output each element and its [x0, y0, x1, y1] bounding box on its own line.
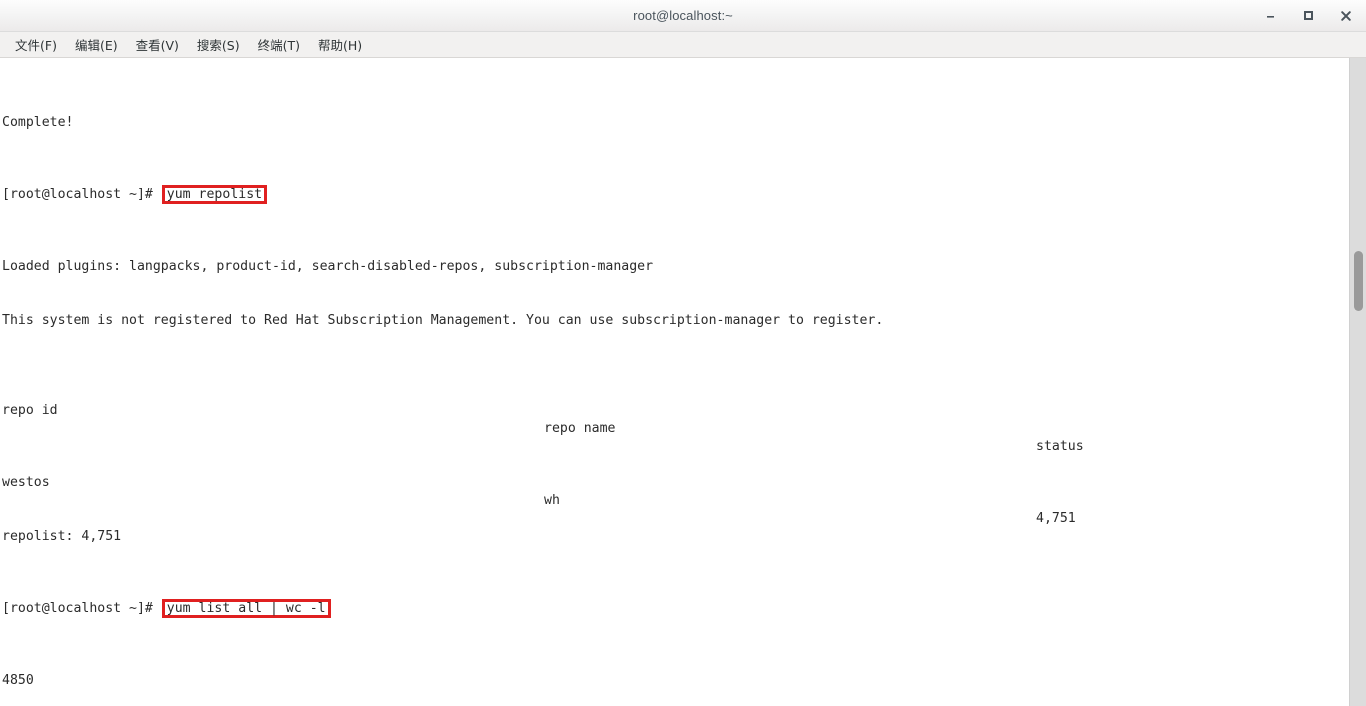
terminal-window: root@localhost:~ 文件(F) 编辑(E) 查看(V) 搜索(S)… — [0, 0, 1366, 706]
terminal-viewport[interactable]: Complete! [root@localhost ~]# yum repoli… — [0, 58, 1366, 706]
window-title: root@localhost:~ — [633, 8, 733, 23]
highlighted-command-repolist: yum repolist — [161, 184, 268, 204]
terminal-output[interactable]: Complete! [root@localhost ~]# yum repoli… — [0, 58, 1349, 706]
minimize-icon[interactable] — [1258, 5, 1282, 27]
vertical-scrollbar[interactable] — [1349, 58, 1366, 706]
command-row-list-all: [root@localhost ~]# yum list all | wc -l — [2, 598, 1349, 618]
terminal-line-complete: Complete! — [2, 115, 74, 130]
scrollbar-thumb[interactable] — [1354, 251, 1363, 311]
terminal-line-not-registered-1: This system is not registered to Red Hat… — [2, 313, 884, 328]
repolist-header-row: repo id repo name status — [2, 384, 1349, 454]
shell-prompt: [root@localhost ~]# — [2, 187, 161, 202]
menu-item-file[interactable]: 文件(F) — [6, 33, 66, 56]
repolist-header-status: status — [1036, 439, 1084, 454]
repolist-header-repo-name: repo name — [544, 421, 616, 436]
window-titlebar: root@localhost:~ — [0, 0, 1366, 32]
menubar: 文件(F) 编辑(E) 查看(V) 搜索(S) 终端(T) 帮助(H) — [0, 32, 1366, 58]
window-controls — [1258, 0, 1358, 31]
menu-item-search[interactable]: 搜索(S) — [188, 33, 249, 56]
repolist-header-repo-id: repo id — [2, 403, 58, 418]
highlighted-command-list-all: yum list all | wc -l — [161, 598, 331, 618]
terminal-line-loaded-plugins-1: Loaded plugins: langpacks, product-id, s… — [2, 259, 654, 274]
shell-prompt: [root@localhost ~]# — [2, 601, 161, 616]
menu-item-help[interactable]: 帮助(H) — [309, 33, 371, 56]
repolist-data-row: westos wh 4,751 — [2, 456, 1349, 526]
close-icon[interactable] — [1334, 5, 1358, 27]
menu-item-view[interactable]: 查看(V) — [127, 33, 188, 56]
command-row-repolist: [root@localhost ~]# yum repolist — [2, 184, 1349, 204]
maximize-icon[interactable] — [1296, 5, 1320, 27]
terminal-line-repolist-total: repolist: 4,751 — [2, 529, 122, 544]
repolist-row-repo-id: westos — [2, 475, 50, 490]
repolist-row-repo-name: wh — [544, 493, 560, 508]
terminal-line-count-all: 4850 — [2, 673, 34, 688]
menu-item-edit[interactable]: 编辑(E) — [66, 33, 127, 56]
repolist-row-status: 4,751 — [1036, 511, 1076, 526]
menu-item-terminal[interactable]: 终端(T) — [249, 33, 309, 56]
